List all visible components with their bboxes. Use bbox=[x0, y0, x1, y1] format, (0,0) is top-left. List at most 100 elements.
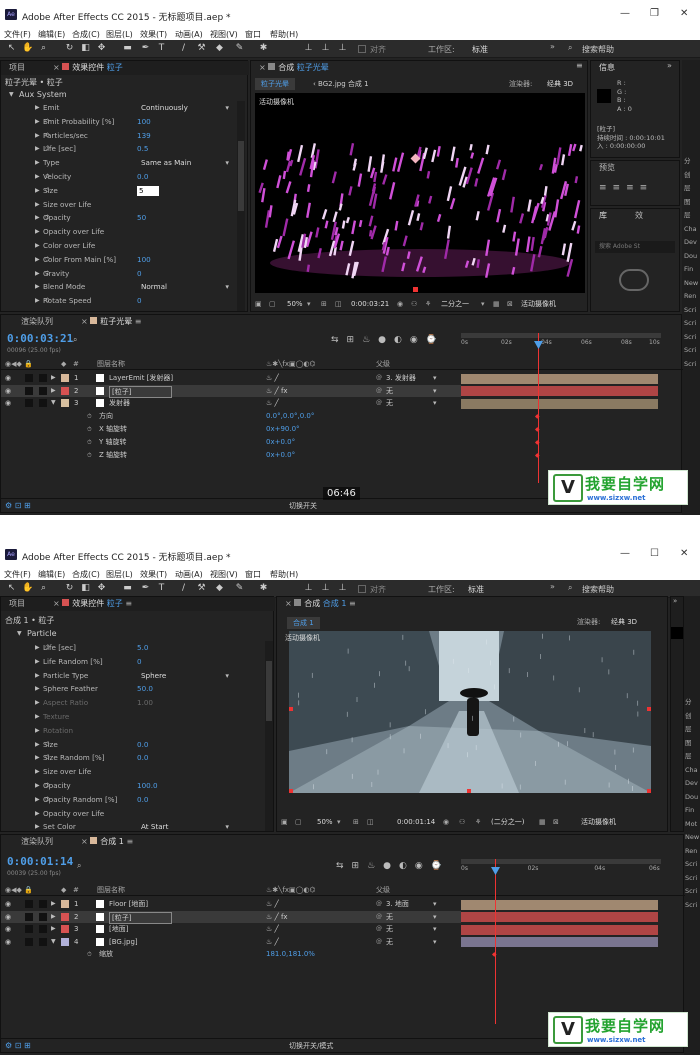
stopwatch-icon[interactable]: ⏱ bbox=[87, 423, 92, 436]
view-select[interactable]: 活动摄像机 bbox=[521, 297, 556, 311]
menu-composition[interactable]: 合成(C) bbox=[72, 569, 100, 580]
selection-tool-icon[interactable]: ↖ bbox=[6, 583, 17, 594]
solo-box[interactable] bbox=[25, 374, 33, 382]
right-panel-item[interactable]: Scri bbox=[685, 872, 699, 886]
expand-triangle-icon[interactable]: ▶ bbox=[35, 655, 40, 669]
resolution-select[interactable]: (二分之一) bbox=[491, 815, 524, 829]
right-panel-item[interactable]: Fin bbox=[684, 263, 698, 277]
menu-file[interactable]: 文件(F) bbox=[4, 29, 31, 40]
view-select[interactable]: 活动摄像机 bbox=[581, 815, 616, 829]
snap-checkbox[interactable] bbox=[358, 45, 366, 53]
right-panel-item[interactable]: Scri bbox=[685, 885, 699, 899]
layer-expand-triangle-icon[interactable]: ▼ bbox=[51, 397, 56, 410]
layer-property-row[interactable]: ⏱缩放181.0,181.0%◆ bbox=[1, 948, 497, 961]
viewer-toggle-icon[interactable]: ▣ bbox=[281, 815, 288, 829]
effect-property-dropdown[interactable]: At Start bbox=[137, 821, 232, 832]
effect-property-dropdown[interactable]: Normal bbox=[137, 281, 232, 292]
axis-view-icon[interactable]: ⊥ bbox=[337, 43, 348, 54]
panel-menu-icon[interactable]: ≡ bbox=[576, 61, 583, 70]
menu-help[interactable]: 帮助(H) bbox=[270, 569, 298, 580]
right-panel-item[interactable]: Scri bbox=[684, 304, 698, 318]
right-panel-item[interactable]: Ren bbox=[684, 290, 698, 304]
hand-tool-icon[interactable]: ✋ bbox=[22, 43, 33, 54]
renderer-value[interactable]: 经典 3D bbox=[611, 617, 637, 627]
effect-property-row[interactable]: ▶ ⏱ Opacity 50 bbox=[1, 211, 236, 225]
layer-switches[interactable]: ♨ ╱ fx bbox=[266, 385, 288, 398]
axis-world-icon[interactable]: ⊥ bbox=[320, 583, 331, 594]
type-tool-icon[interactable]: T bbox=[156, 43, 167, 54]
expand-triangle-icon[interactable]: ▶ bbox=[35, 156, 40, 170]
zoom-select[interactable]: 50% bbox=[287, 297, 303, 311]
solo-box[interactable] bbox=[25, 912, 33, 921]
expand-triangle-icon[interactable]: ▶ bbox=[35, 641, 40, 655]
menu-edit[interactable]: 编辑(E) bbox=[38, 29, 65, 40]
layer-property-value[interactable]: 0x+0.0° bbox=[266, 449, 295, 462]
pickwhip-icon[interactable]: @ bbox=[376, 911, 382, 924]
layer-label-color[interactable] bbox=[61, 900, 69, 908]
right-panel-item[interactable]: Scri bbox=[684, 358, 698, 372]
menu-view[interactable]: 视图(V) bbox=[210, 29, 238, 40]
right-panel-item[interactable]: Mot bbox=[685, 818, 699, 832]
layer-property-row[interactable]: ⏱方向0.0°,0.0°,0.0°◆ bbox=[1, 410, 540, 423]
effect-property-value[interactable]: 0 bbox=[137, 267, 142, 281]
layer-duration-bar[interactable] bbox=[461, 398, 658, 409]
clone-tool-icon[interactable]: ⚒ bbox=[196, 43, 207, 54]
effect-property-dropdown[interactable]: Continuously bbox=[137, 102, 232, 113]
effects-controls-tab[interactable]: × 效果控件 粒子 ≡ bbox=[53, 597, 132, 611]
preview-tab[interactable]: 预览 bbox=[599, 161, 615, 175]
layer-property-value[interactable]: 181.0,181.0% bbox=[266, 948, 315, 961]
layer-name[interactable]: [BG.jpg] bbox=[109, 936, 138, 949]
effect-property-row[interactable]: ▶ Rotation bbox=[1, 724, 263, 738]
visibility-eye-icon[interactable]: ◉ bbox=[5, 936, 11, 949]
right-panel-item[interactable]: Dou bbox=[684, 250, 698, 264]
timeline-search-icon[interactable]: ⌕ bbox=[73, 335, 77, 345]
expand-triangle-icon[interactable]: ▶ bbox=[35, 225, 40, 239]
brush-tool-icon[interactable]: / bbox=[178, 43, 189, 54]
project-tab[interactable]: 项目 bbox=[9, 597, 25, 611]
effect-property-dropdown[interactable]: Sphere bbox=[137, 670, 232, 681]
right-panel-item[interactable]: New bbox=[684, 277, 698, 291]
right-panel-item[interactable]: Scri bbox=[684, 344, 698, 358]
solo-box[interactable] bbox=[25, 900, 33, 908]
right-panel-item[interactable]: New bbox=[685, 831, 699, 845]
lock-box[interactable] bbox=[39, 925, 47, 933]
grid-icon[interactable]: ⊠ bbox=[553, 815, 559, 829]
effect-property-row[interactable]: ▶ ⏱ Particles/sec 139 bbox=[1, 129, 236, 143]
expand-triangle-icon[interactable]: ▶ bbox=[35, 294, 40, 308]
current-timecode[interactable]: 0:00:01:14 bbox=[397, 815, 435, 829]
effect-property-row[interactable]: ▶ Particle Type Sphere bbox=[1, 669, 263, 683]
effect-property-row[interactable]: ▶ Color over Life bbox=[1, 239, 236, 253]
hand-tool-icon[interactable]: ✋ bbox=[22, 583, 33, 594]
menu-view[interactable]: 视图(V) bbox=[210, 569, 238, 580]
timeline-layer-row[interactable]: ◉ ▶ 2 [粒子] ♨ ╱ fx 无 ▾ @ bbox=[1, 910, 461, 924]
snap-checkbox[interactable] bbox=[358, 585, 366, 593]
channel-icon[interactable]: ⚘ bbox=[425, 297, 431, 311]
layer-property-row[interactable]: ⏱Z 轴旋转0x+0.0°◆ bbox=[1, 449, 540, 462]
menu-composition[interactable]: 合成(C) bbox=[72, 29, 100, 40]
effect-property-value[interactable]: 0.0 bbox=[137, 793, 148, 807]
expand-triangle-icon[interactable]: ▶ bbox=[35, 211, 40, 225]
effect-property-row[interactable]: ▶ ⏱ Rotate Speed 0 bbox=[1, 294, 236, 308]
expand-triangle-icon[interactable]: ▶ bbox=[35, 198, 40, 212]
expand-triangle-icon[interactable]: ▶ bbox=[35, 142, 40, 156]
lock-box[interactable] bbox=[39, 399, 47, 407]
shape-tool-icon[interactable]: ▬ bbox=[122, 583, 133, 594]
menu-effect[interactable]: 效果(T) bbox=[140, 29, 167, 40]
puppet-tool-icon[interactable]: ✱ bbox=[258, 583, 269, 594]
right-panel-item[interactable]: 层 bbox=[685, 750, 699, 764]
right-panel-item[interactable]: Cha bbox=[684, 223, 698, 237]
timeline-layer-row[interactable]: ◉ ▶ 1 LayerEmit [发射器] ♨ ╱ 3. 发射器 ▾ @ bbox=[1, 372, 461, 385]
layer-name-col[interactable]: 图层名称 bbox=[97, 885, 125, 896]
effect-property-row[interactable]: ▶ ⏱ Life [sec] 0.5 bbox=[1, 142, 236, 156]
show-snapshot-icon[interactable]: ⚇ bbox=[411, 297, 417, 311]
effect-property-row[interactable]: ▶ Opacity over Life bbox=[1, 807, 263, 821]
layer-label-color[interactable] bbox=[61, 399, 69, 407]
footer-toggle-icons[interactable]: ⚙ ⊡ ⊞ bbox=[5, 501, 31, 510]
right-panel-item[interactable]: Scri bbox=[684, 317, 698, 331]
zoom-tool-icon[interactable]: ⌕ bbox=[38, 583, 49, 594]
expand-triangle-icon[interactable]: ▶ bbox=[35, 820, 40, 834]
effect-property-row[interactable]: ▶ ⏱ Velocity 0.0 bbox=[1, 170, 236, 184]
effects-controls-tab[interactable]: × 效果控件 粒子 bbox=[53, 61, 123, 75]
right-panel-item[interactable]: Dou bbox=[685, 791, 699, 805]
library-tab[interactable]: 库 bbox=[599, 209, 607, 223]
